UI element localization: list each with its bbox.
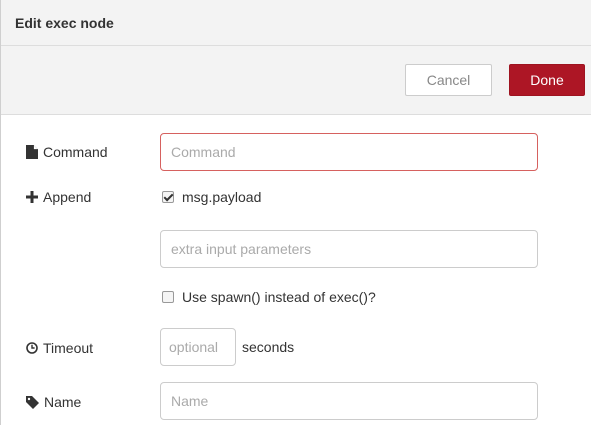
tag-icon — [26, 395, 39, 409]
name-label-text: Name — [44, 394, 82, 410]
append-label-text: Append — [43, 189, 92, 205]
append-label: Append — [26, 187, 91, 207]
plus-icon — [26, 191, 38, 203]
clock-icon — [26, 342, 38, 354]
timeout-label: Timeout — [26, 338, 93, 358]
timeout-label-text: Timeout — [43, 340, 94, 356]
file-icon — [26, 145, 38, 159]
append-payload-checkbox[interactable] — [162, 191, 174, 203]
edit-tray: Edit exec node Cancel Done Command Appen… — [0, 0, 591, 425]
command-input[interactable] — [160, 133, 538, 171]
spawn-checkbox[interactable] — [162, 291, 174, 303]
append-payload-option: msg.payload — [162, 187, 261, 207]
tray-toolbar: Cancel Done — [1, 46, 591, 115]
spawn-label: Use spawn() instead of exec()? — [182, 289, 376, 305]
name-label: Name — [26, 392, 81, 412]
timeout-input[interactable] — [160, 328, 236, 366]
command-label: Command — [26, 142, 108, 162]
extra-parameters-input[interactable] — [160, 230, 538, 268]
done-button[interactable]: Done — [509, 64, 585, 96]
cancel-button[interactable]: Cancel — [405, 64, 492, 96]
command-label-text: Command — [43, 144, 108, 160]
timeout-unit: seconds — [242, 339, 295, 355]
spawn-option: Use spawn() instead of exec()? — [162, 287, 376, 307]
tray-title: Edit exec node — [1, 0, 591, 46]
append-payload-label: msg.payload — [182, 189, 262, 205]
name-input[interactable] — [160, 382, 538, 420]
